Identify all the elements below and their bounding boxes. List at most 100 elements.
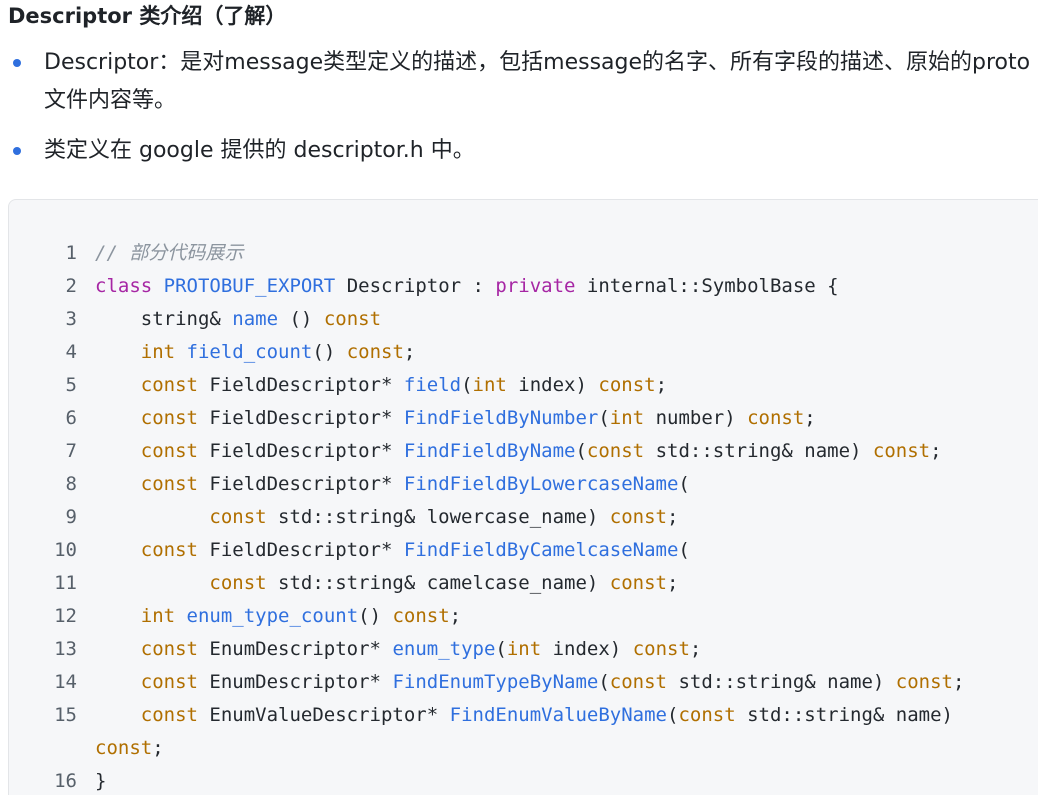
code-token: FieldDescriptor* [197, 374, 404, 396]
code-block[interactable]: 1 // 部分代码展示 2 class PROTOBUF_EXPORT Descrip… [8, 199, 1038, 795]
code-token: int [472, 374, 507, 396]
code-text: int enum_type_count() const; [95, 600, 1015, 633]
code-token: FindEnumValueByName [449, 704, 667, 726]
code-token: FindFieldByLowercaseName [403, 473, 679, 495]
code-token: const [598, 374, 656, 396]
code-token: FieldDescriptor* [197, 440, 404, 462]
code-token: std::string& camelcase_name) [266, 572, 610, 594]
bullet-icon [13, 147, 21, 155]
code-token: internal::SymbolBase { [575, 275, 839, 297]
line-number: 14 [54, 671, 77, 693]
code-token: enum_type_count [186, 605, 359, 627]
code-token: FieldDescriptor* [197, 473, 404, 495]
code-token: EnumDescriptor* [197, 671, 393, 693]
code-token: number) [644, 407, 748, 429]
code-token: ; [804, 407, 816, 429]
line-number: 10 [54, 539, 77, 561]
code-token: Descriptor : [335, 275, 496, 297]
code-token: ; [666, 506, 679, 528]
code-text: int field_count() const; [95, 336, 1015, 369]
code-token: const [678, 704, 736, 726]
line-number: 8 [65, 473, 77, 495]
code-token: ; [655, 374, 668, 396]
code-token: FindFieldByName [403, 440, 576, 462]
code-text: const std::string& lowercase_name) const… [95, 501, 1015, 534]
line-number: 13 [54, 638, 77, 660]
code-token: ; [930, 440, 942, 462]
code-token: field [403, 374, 462, 396]
code-token: const [392, 605, 450, 627]
code-token: const [323, 308, 382, 330]
code-token: ( [598, 407, 610, 429]
line-number: 6 [65, 407, 77, 429]
code-token: () [278, 308, 324, 330]
line-number: 2 [65, 275, 77, 297]
code-text: } [95, 765, 1015, 795]
code-token: FindFieldByCamelcaseName [403, 539, 679, 561]
code-text: string& name () const [95, 303, 1015, 336]
code-token: index) [541, 638, 633, 660]
code-token: class [95, 275, 153, 297]
code-token: FindFieldByNumber [403, 407, 599, 429]
list-item-text: 类定义在 google 提供的 descriptor.h 中。 [44, 138, 475, 163]
code-token: index) [506, 374, 599, 396]
bullet-icon [13, 59, 21, 67]
code-token: const [609, 572, 667, 594]
line-number: 4 [65, 341, 77, 363]
code-token: const [140, 671, 198, 693]
code-token: const [586, 440, 645, 462]
code-token: private [495, 275, 576, 297]
code-token: ; [952, 671, 965, 693]
code-token: const [140, 638, 198, 660]
code-text: const FieldDescriptor* FindFieldByName(c… [95, 435, 1015, 468]
line-number: 15 [54, 704, 77, 726]
line-number: 7 [65, 440, 77, 462]
code-token: ( [495, 638, 507, 660]
code-token: int [506, 638, 542, 660]
code-token: field_count [186, 341, 313, 363]
code-token: FieldDescriptor* [197, 539, 404, 561]
code-token: std::string& lowercase_name) [266, 506, 610, 528]
code-token: ; [449, 605, 462, 627]
code-token: ( [678, 539, 690, 561]
code-token: const [140, 473, 198, 495]
code-text: const FieldDescriptor* field(int index) … [95, 369, 1015, 402]
code-token: const [747, 407, 805, 429]
line-number: 11 [54, 572, 77, 594]
code-token: int [140, 605, 176, 627]
code-text: const EnumDescriptor* FindEnumTypeByName… [95, 666, 1015, 699]
section-heading: Descriptor 类介绍（了解） [8, 4, 287, 28]
code-token: ( [666, 704, 679, 726]
code-token: int [609, 407, 645, 429]
code-token: ; [689, 638, 702, 660]
code-token: std::string& name) [644, 440, 873, 462]
list-item-text: Descriptor：是对message类型定义的描述，包括message的名字… [44, 50, 1031, 113]
code-token: string& [95, 308, 233, 330]
code-token: EnumDescriptor* [197, 638, 393, 660]
code-token: const [632, 638, 690, 660]
code-token: std::string& name) [735, 704, 965, 726]
code-text: const EnumDescriptor* enum_type(int inde… [95, 633, 1015, 666]
code-token: ; [666, 572, 679, 594]
code-token: // 部分代码展示 [95, 242, 244, 264]
code-token: const [140, 407, 198, 429]
code-token: const [895, 671, 953, 693]
code-text: const EnumValueDescriptor* FindEnumValue… [95, 699, 1015, 765]
code-token: FindEnumTypeByName [392, 671, 599, 693]
code-token: FieldDescriptor* [197, 407, 404, 429]
line-number: 9 [65, 506, 77, 528]
code-token: const [872, 440, 931, 462]
code-token: ( [461, 374, 473, 396]
list-item: 类定义在 google 提供的 descriptor.h 中。 [0, 132, 1038, 170]
code-token: () [312, 341, 347, 363]
code-text: // 部分代码展示 [95, 237, 1015, 270]
